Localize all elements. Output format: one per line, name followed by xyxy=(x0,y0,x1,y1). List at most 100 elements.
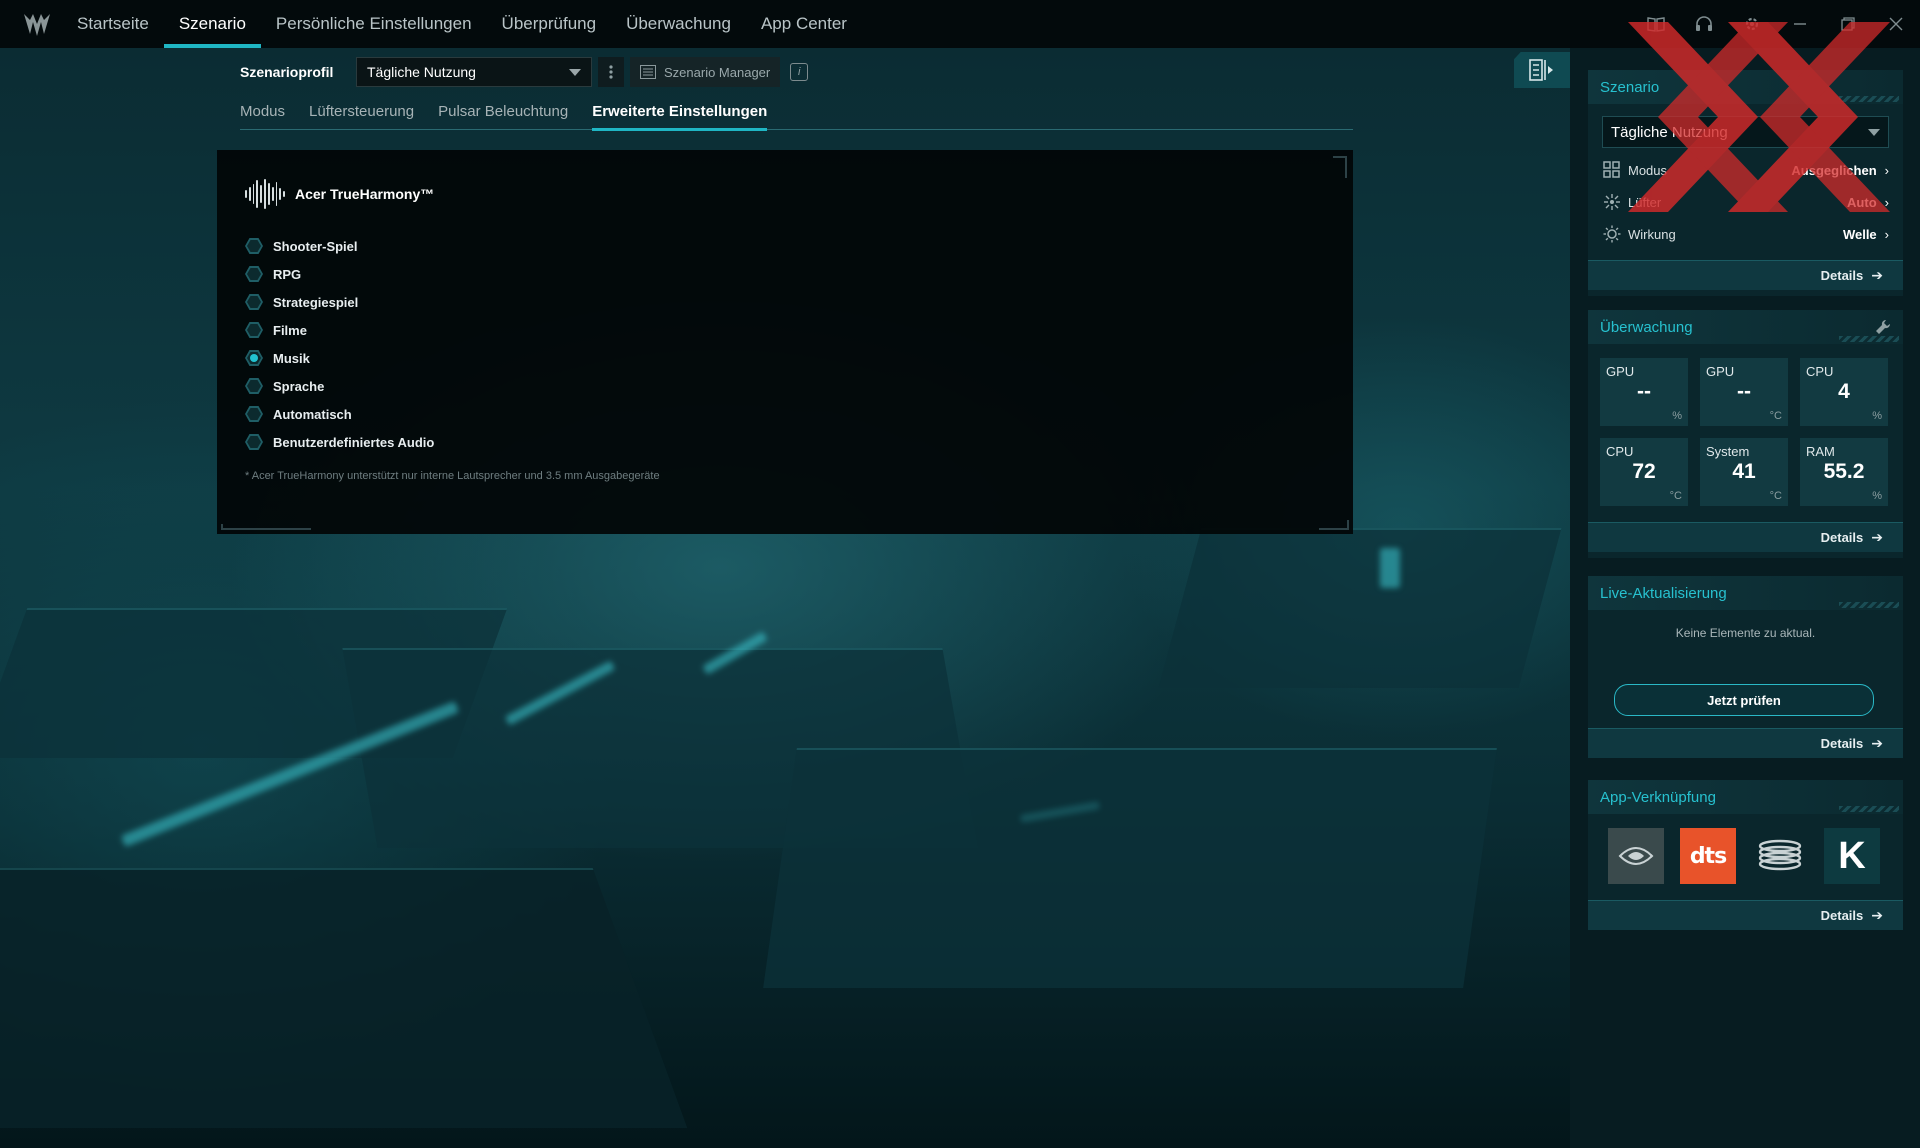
scenario-row-value: Auto xyxy=(1847,194,1877,210)
app-shortcut-details-link[interactable]: Details ➔ xyxy=(1588,900,1903,930)
tile-value: -- xyxy=(1637,380,1651,403)
option-label: Strategiespiel xyxy=(273,294,359,310)
live-update-message: Keine Elemente zu aktual. xyxy=(1675,626,1816,640)
monitoring-card-title: Überwachung xyxy=(1600,318,1693,336)
radio-hex-icon[interactable] xyxy=(245,294,263,310)
option-label: Filme xyxy=(273,322,307,338)
gear-icon[interactable] xyxy=(1728,0,1776,48)
info-icon[interactable]: i xyxy=(790,63,809,81)
option-sprache[interactable]: Sprache xyxy=(245,372,434,400)
arrow-right-icon: ➔ xyxy=(1871,529,1883,545)
tile-label: RAM xyxy=(1806,444,1835,459)
radio-hex-icon[interactable] xyxy=(245,322,263,338)
option-automatisch[interactable]: Automatisch xyxy=(245,400,434,428)
arrow-right-icon: ➔ xyxy=(1871,907,1883,923)
tab-pulsar-beleuchtung[interactable]: Pulsar Beleuchtung xyxy=(426,98,580,129)
fan-icon xyxy=(1602,192,1622,212)
minimize-icon[interactable] xyxy=(1776,0,1824,48)
nav-app-center[interactable]: App Center xyxy=(746,0,862,48)
radio-hex-icon[interactable] xyxy=(245,434,263,450)
tile-value: 55.2 xyxy=(1823,460,1865,483)
details-label: Details xyxy=(1820,530,1864,545)
nav-persoenliche-einstellungen[interactable]: Persönliche Einstellungen xyxy=(261,0,487,48)
sidebar-collapse-button[interactable] xyxy=(1514,52,1570,88)
more-options-button[interactable] xyxy=(598,57,624,87)
nav-startseite[interactable]: Startseite xyxy=(62,0,164,48)
scenario-card: Szenario Tägliche Nutzung Modus Ausgegli… xyxy=(1588,70,1903,296)
tile-unit: % xyxy=(1872,410,1882,422)
monitor-tile-gpu-temp: GPU -- °C xyxy=(1700,358,1788,426)
monitor-tile-system-temp: System 41 °C xyxy=(1700,438,1788,506)
check-now-button[interactable]: Jetzt prüfen xyxy=(1614,684,1874,716)
scenario-row-luefter[interactable]: Lüfter Auto › xyxy=(1588,186,1903,218)
option-label: RPG xyxy=(273,266,302,282)
tile-unit: °C xyxy=(1669,490,1682,502)
headset-icon[interactable] xyxy=(1680,0,1728,48)
wrench-icon[interactable] xyxy=(1875,319,1891,335)
option-rpg[interactable]: RPG xyxy=(245,260,434,288)
chevron-down-icon xyxy=(569,68,581,76)
window-controls xyxy=(1632,0,1920,48)
scenario-card-title: Szenario xyxy=(1600,78,1660,96)
monitoring-details-link[interactable]: Details ➔ xyxy=(1588,522,1903,552)
scenario-profile-label: Szenarioprofil xyxy=(240,64,334,80)
nav-ueberpruefung[interactable]: Überprüfung xyxy=(487,0,612,48)
nvidia-app-icon[interactable] xyxy=(1608,828,1664,884)
chevron-right-icon: › xyxy=(1884,194,1889,210)
scenario-row-wirkung[interactable]: Wirkung Welle › xyxy=(1588,218,1903,250)
nav-ueberwachung[interactable]: Überwachung xyxy=(611,0,746,48)
top-nav-bar: Startseite Szenario Persönliche Einstell… xyxy=(0,0,1920,48)
radio-hex-icon[interactable] xyxy=(245,378,263,394)
sun-icon xyxy=(1602,224,1622,244)
monitor-tile-ram-usage: RAM 55.2 % xyxy=(1800,438,1888,506)
details-label: Details xyxy=(1820,736,1864,751)
scenario-profile-select[interactable]: Tägliche Nutzung xyxy=(356,57,592,87)
live-update-card-header: Live-Aktualisierung xyxy=(1588,576,1903,610)
chevron-right-icon: › xyxy=(1884,162,1889,178)
scenario-row-modus[interactable]: Modus Ausgeglichen › xyxy=(1588,154,1903,186)
live-update-card: Live-Aktualisierung Keine Elemente zu ak… xyxy=(1588,576,1903,758)
dts-app-icon[interactable]: dts xyxy=(1680,828,1736,884)
option-benutzerdefiniertes-audio[interactable]: Benutzerdefiniertes Audio xyxy=(245,428,434,456)
scenario-card-select[interactable]: Tägliche Nutzung xyxy=(1602,116,1889,148)
live-update-body: Keine Elemente zu aktual. Jetzt prüfen xyxy=(1588,610,1903,722)
tile-unit: % xyxy=(1872,490,1882,502)
monitoring-card-header: Überwachung xyxy=(1588,310,1903,344)
restore-icon[interactable] xyxy=(1824,0,1872,48)
option-strategiespiel[interactable]: Strategiespiel xyxy=(245,288,434,316)
book-icon[interactable] xyxy=(1632,0,1680,48)
radio-hex-icon[interactable] xyxy=(245,238,263,254)
arrow-right-icon: ➔ xyxy=(1871,735,1883,751)
app-shortcut-card: App-Verknüpfung dts K Details ➔ xyxy=(1588,780,1903,930)
option-filme[interactable]: Filme xyxy=(245,316,434,344)
tab-modus[interactable]: Modus xyxy=(240,98,297,129)
monitor-tile-cpu-usage: CPU 4 % xyxy=(1800,358,1888,426)
radio-hex-selected-icon[interactable] xyxy=(245,350,263,366)
chevron-down-icon xyxy=(1868,128,1880,136)
radio-hex-icon[interactable] xyxy=(245,266,263,282)
scenario-profile-bar: Szenarioprofil Tägliche Nutzung Szenario… xyxy=(240,56,809,88)
tile-unit: °C xyxy=(1769,410,1782,422)
tab-lueftersteuerung[interactable]: Lüftersteuerung xyxy=(297,98,426,129)
scenario-row-label: Wirkung xyxy=(1628,226,1676,242)
radio-hex-icon[interactable] xyxy=(245,406,263,422)
tab-erweiterte-einstellungen[interactable]: Erweiterte Einstellungen xyxy=(580,98,779,131)
coil-app-icon[interactable] xyxy=(1752,828,1808,884)
scenario-details-link[interactable]: Details ➔ xyxy=(1588,260,1903,290)
predator-logo-icon[interactable] xyxy=(22,10,52,38)
option-musik[interactable]: Musik xyxy=(245,344,434,372)
scenario-row-value: Ausgeglichen xyxy=(1791,162,1877,178)
k-app-icon[interactable]: K xyxy=(1824,828,1880,884)
option-shooter-spiel[interactable]: Shooter-Spiel xyxy=(245,232,434,260)
arrow-right-icon: ➔ xyxy=(1871,267,1883,283)
option-label: Shooter-Spiel xyxy=(273,238,358,254)
nav-szenario[interactable]: Szenario xyxy=(163,0,262,48)
scenario-row-value: Welle xyxy=(1842,226,1877,242)
close-icon[interactable] xyxy=(1872,0,1920,48)
scenario-manager-button[interactable]: Szenario Manager xyxy=(630,57,781,87)
live-update-details-link[interactable]: Details ➔ xyxy=(1588,728,1903,758)
kebab-icon xyxy=(609,65,613,79)
scenario-row-label: Modus xyxy=(1628,162,1668,178)
scenario-card-header: Szenario xyxy=(1588,70,1903,104)
option-label: Musik xyxy=(273,350,310,366)
